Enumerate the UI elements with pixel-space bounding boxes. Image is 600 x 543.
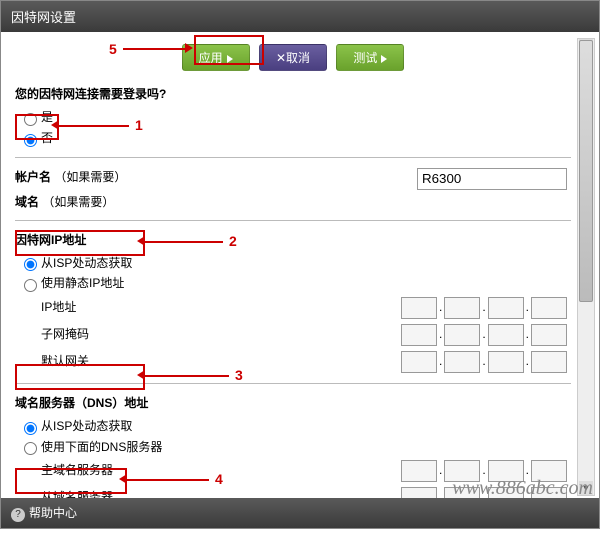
ip-octet[interactable] — [444, 351, 480, 373]
ip-dynamic-label: 从ISP处动态获取 — [41, 256, 132, 270]
ip-octet[interactable] — [531, 351, 567, 373]
account-name-label: 帐户名 — [15, 170, 51, 184]
scroll-area: 应用 ✕取消 测试 您的因特网连接需要登录吗? 是 否 帐户名 （如果需要） — [1, 38, 599, 498]
dns-dynamic-label: 从ISP处动态获取 — [41, 419, 132, 433]
dns-heading: 域名服务器（DNS）地址 — [15, 394, 571, 411]
arrow-icon — [185, 43, 193, 53]
subnet-label: 子网掩码 — [41, 323, 89, 345]
play-icon — [227, 55, 233, 63]
annotation-arrow — [145, 241, 223, 243]
if-needed-hint: （如果需要） — [54, 170, 126, 184]
test-label: 测试 — [353, 51, 377, 65]
ip-octet[interactable] — [531, 297, 567, 319]
domain-label: 域名 — [15, 195, 39, 209]
scroll-thumb[interactable] — [579, 40, 593, 302]
separator — [15, 157, 571, 158]
ip-octet[interactable] — [401, 297, 437, 319]
cancel-button[interactable]: ✕取消 — [259, 44, 327, 71]
ip-address-label: IP地址 — [41, 296, 76, 318]
login-no-radio[interactable] — [24, 134, 37, 147]
annotation-arrow — [127, 479, 209, 481]
ip-heading: 因特网IP地址 — [15, 231, 571, 248]
content-area: 应用 ✕取消 测试 您的因特网连接需要登录吗? 是 否 帐户名 （如果需要） — [1, 32, 599, 498]
ip-octet[interactable] — [444, 297, 480, 319]
annotation-arrow — [123, 48, 185, 50]
dns-dynamic-radio[interactable] — [24, 422, 37, 435]
apply-label: 应用 — [199, 51, 223, 65]
secondary-dns-label: 从域名服务器 — [41, 486, 113, 498]
annotation-arrow — [145, 375, 229, 377]
action-buttons-row: 应用 ✕取消 测试 — [15, 44, 571, 71]
dns-custom-radio[interactable] — [24, 442, 37, 455]
x-icon: ✕ — [276, 51, 286, 65]
ip-octet[interactable] — [488, 297, 524, 319]
ip-address-fields: ... — [401, 296, 567, 319]
subnet-row: 子网掩码 ... — [15, 323, 571, 346]
arrow-icon — [119, 474, 127, 484]
gateway-row: 默认网关 ... — [15, 350, 571, 373]
annotation-arrow — [59, 125, 129, 127]
ip-octet[interactable] — [488, 324, 524, 346]
ip-octet[interactable] — [444, 324, 480, 346]
ip-dynamic-radio[interactable] — [24, 258, 37, 271]
ip-octet[interactable] — [401, 324, 437, 346]
arrow-icon — [51, 120, 59, 130]
help-icon: ? — [11, 508, 25, 522]
watermark-text: www.886abc.com — [452, 477, 593, 500]
login-no-label: 否 — [41, 131, 53, 145]
login-no-option[interactable]: 否 — [19, 129, 571, 147]
vertical-scrollbar[interactable]: ▲ ▼ — [577, 38, 595, 496]
ip-octet[interactable] — [531, 324, 567, 346]
ip-octet[interactable] — [401, 460, 437, 482]
cancel-label: 取消 — [286, 51, 310, 65]
subnet-fields: ... — [401, 323, 567, 346]
separator — [15, 220, 571, 221]
domain-row: 域名 （如果需要） — [15, 193, 571, 210]
dns-dynamic-option[interactable]: 从ISP处动态获取 — [19, 417, 571, 435]
ip-static-radio[interactable] — [24, 279, 37, 292]
account-name-input[interactable] — [417, 168, 567, 190]
gateway-fields: ... — [401, 350, 567, 373]
gateway-label: 默认网关 — [41, 350, 89, 372]
login-yes-radio[interactable] — [24, 113, 37, 126]
ip-octet[interactable] — [488, 351, 524, 373]
dns-custom-label: 使用下面的DNS服务器 — [41, 440, 162, 454]
ip-static-label: 使用静态IP地址 — [41, 276, 124, 290]
ip-octet[interactable] — [401, 351, 437, 373]
play-icon — [381, 55, 387, 63]
ip-static-option[interactable]: 使用静态IP地址 — [19, 274, 571, 292]
ip-octet[interactable] — [401, 487, 437, 498]
test-button[interactable]: 测试 — [336, 44, 404, 71]
login-question: 您的因特网连接需要登录吗? — [15, 85, 571, 102]
login-yes-option[interactable]: 是 — [19, 108, 571, 126]
settings-window: 因特网设置 应用 ✕取消 测试 您的因特网连接需要登录吗? 是 否 — [0, 0, 600, 529]
dns-custom-option[interactable]: 使用下面的DNS服务器 — [19, 438, 571, 456]
ip-address-row: IP地址 ... — [15, 296, 571, 319]
separator — [15, 383, 571, 384]
window-titlebar: 因特网设置 — [1, 1, 599, 32]
help-label: 帮助中心 — [29, 506, 77, 520]
help-footer[interactable]: ? 帮助中心 — [1, 498, 599, 528]
if-needed-hint: （如果需要） — [42, 195, 114, 209]
primary-dns-label: 主域名服务器 — [41, 459, 113, 481]
arrow-icon — [137, 236, 145, 246]
window-title: 因特网设置 — [11, 10, 76, 25]
ip-dynamic-option[interactable]: 从ISP处动态获取 — [19, 254, 571, 272]
arrow-icon — [137, 370, 145, 380]
account-name-row: 帐户名 （如果需要） — [15, 168, 571, 190]
